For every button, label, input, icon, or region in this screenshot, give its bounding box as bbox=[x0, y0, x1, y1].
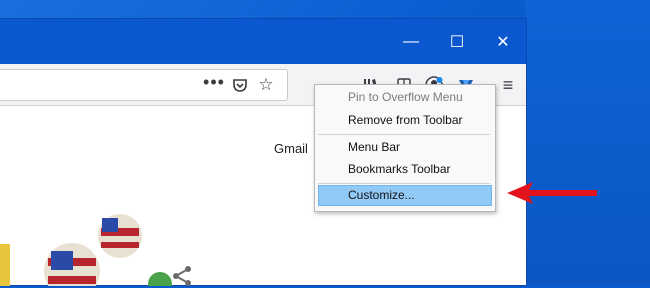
url-bar[interactable]: ••• ☆ bbox=[0, 69, 288, 101]
menu-item-pin-to-overflow[interactable]: Pin to Overflow Menu bbox=[318, 87, 492, 108]
toolbar-context-menu: Pin to Overflow Menu Remove from Toolbar… bbox=[314, 84, 496, 212]
title-bar: — ☐ ✕ bbox=[0, 19, 526, 64]
page-actions-icon[interactable]: ••• bbox=[203, 67, 224, 97]
minimize-button[interactable]: — bbox=[388, 19, 434, 64]
menu-item-remove-from-toolbar[interactable]: Remove from Toolbar bbox=[318, 110, 492, 131]
bookmark-star-icon[interactable]: ☆ bbox=[255, 70, 277, 100]
menu-item-bookmarks-toolbar[interactable]: Bookmarks Toolbar bbox=[318, 159, 492, 180]
maximize-button[interactable]: ☐ bbox=[434, 19, 480, 64]
hamburger-menu-icon[interactable]: ≡ bbox=[497, 70, 519, 100]
doodle-stripe-b bbox=[101, 242, 139, 248]
share-icon[interactable] bbox=[170, 264, 194, 288]
doodle-canton-a bbox=[102, 218, 118, 232]
gmail-link[interactable]: Gmail bbox=[274, 141, 308, 156]
close-button[interactable]: ✕ bbox=[480, 19, 526, 64]
doodle-edge bbox=[0, 244, 10, 286]
doodle-green-letter bbox=[148, 272, 172, 286]
doodle-stripe-d bbox=[48, 276, 96, 284]
desktop-right-area bbox=[525, 0, 650, 285]
menu-separator bbox=[318, 134, 490, 135]
annotation-arrow bbox=[507, 182, 597, 204]
pocket-icon[interactable] bbox=[229, 70, 251, 100]
menu-item-customize[interactable]: Customize... bbox=[318, 185, 492, 206]
menu-separator bbox=[318, 183, 490, 184]
menu-item-menu-bar[interactable]: Menu Bar bbox=[318, 137, 492, 158]
doodle-canton-b bbox=[51, 251, 73, 270]
